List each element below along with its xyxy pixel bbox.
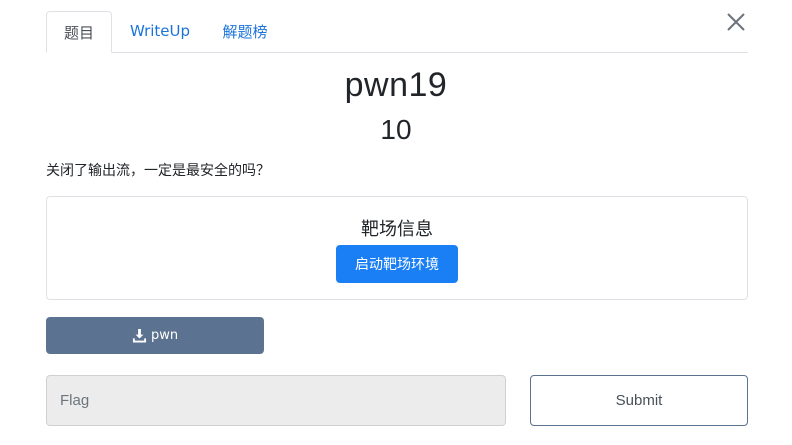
tab-challenge[interactable]: 题目 — [46, 11, 112, 53]
tab-writeup[interactable]: WriteUp — [112, 11, 208, 51]
download-file-label: pwn — [150, 328, 179, 343]
challenge-points: 10 — [380, 114, 412, 145]
tab-solves[interactable]: 解题榜 — [208, 11, 282, 51]
submit-button[interactable]: Submit — [530, 375, 748, 426]
target-info-title: 靶场信息 — [361, 219, 433, 240]
challenge-description: 关闭了输出流，一定是最安全的吗？ — [46, 163, 270, 179]
challenge-name: pwn19 — [344, 66, 448, 104]
download-icon — [132, 328, 146, 343]
target-info-panel: 靶场信息 启动靶场环境 — [46, 196, 748, 300]
flag-input[interactable] — [46, 375, 506, 426]
challenge-modal: 题目 WriteUp 解题榜 pwn19 10 关闭了输出流，一定是最安全的吗？… — [0, 0, 792, 445]
tab-bar: 题目 WriteUp 解题榜 — [46, 11, 748, 53]
download-file-button[interactable]: pwn — [46, 317, 264, 354]
start-environment-button[interactable]: 启动靶场环境 — [336, 245, 458, 283]
